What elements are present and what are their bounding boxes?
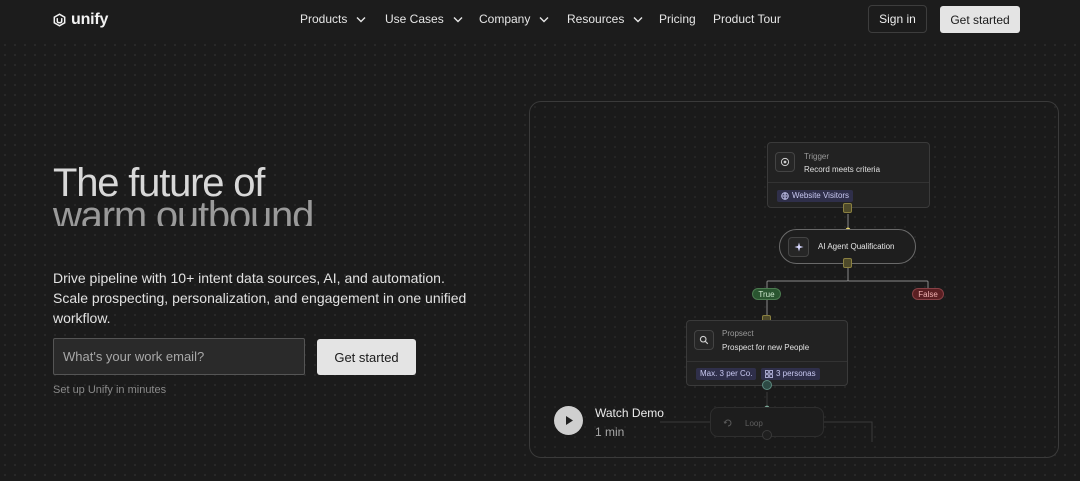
chevron-down-icon: [453, 16, 463, 22]
max-per-company-label: Max. 3 per Co.: [700, 369, 753, 378]
nav-pricing[interactable]: Pricing: [659, 12, 696, 26]
hero-get-started-button[interactable]: Get started: [317, 339, 416, 375]
connector-handle[interactable]: [843, 258, 852, 268]
top-nav: unify Products Use Cases Company Resourc…: [0, 0, 1080, 40]
hero-headline: The future of warm outbound: [53, 160, 433, 226]
nav-use-cases[interactable]: Use Cases: [385, 12, 463, 26]
nav-pricing-label: Pricing: [659, 12, 696, 26]
personas-tag: 3 personas: [761, 368, 820, 380]
website-visitors-label: Website Visitors: [792, 191, 850, 200]
prospect-title: Prospect for new People: [722, 343, 810, 352]
trigger-title: Record meets criteria: [804, 165, 881, 174]
card-divider: [687, 361, 847, 362]
chevron-down-icon: [356, 16, 366, 22]
nav-product-tour[interactable]: Product Tour: [713, 12, 781, 26]
website-visitors-tag: Website Visitors: [777, 190, 854, 202]
nav-resources-label: Resources: [567, 12, 625, 26]
ai-agent-title: AI Agent Qualification: [818, 242, 895, 251]
grid-icon: [765, 370, 773, 378]
play-icon: [565, 416, 573, 425]
nav-company-label: Company: [479, 12, 531, 26]
trigger-card[interactable]: Trigger Record meets criteria Website Vi…: [767, 142, 930, 208]
max-per-company-tag: Max. 3 per Co.: [696, 368, 757, 380]
prospect-kicker: Propsect: [722, 329, 754, 338]
headline-line-2: warm outbound: [53, 194, 314, 226]
sparkle-icon: [788, 237, 809, 257]
nav-product-tour-label: Product Tour: [713, 12, 781, 26]
personas-label: 3 personas: [776, 369, 816, 378]
hero-subtext: Drive pipeline with 10+ intent data sour…: [53, 270, 467, 326]
watch-demo-title[interactable]: Watch Demo: [595, 406, 664, 420]
loop-icon: [723, 419, 732, 427]
loop-connector-handle[interactable]: [762, 430, 772, 440]
watch-demo-duration: 1 min: [595, 425, 625, 439]
brand-logo[interactable]: unify: [53, 11, 108, 29]
chevron-down-icon: [539, 16, 549, 22]
connector-handle[interactable]: [843, 203, 852, 213]
workflow-demo-panel: Trigger Record meets criteria Website Vi…: [529, 101, 1059, 458]
prospect-card[interactable]: Propsect Prospect for new People Max. 3 …: [686, 320, 848, 386]
chevron-down-icon: [633, 16, 643, 22]
target-icon: [775, 152, 795, 172]
nav-products-label: Products: [300, 12, 348, 26]
nav-get-started-button[interactable]: Get started: [940, 6, 1020, 33]
play-button[interactable]: [554, 406, 583, 435]
unify-logo-icon: [53, 13, 66, 27]
globe-icon: [781, 192, 789, 200]
card-divider: [768, 182, 929, 183]
setup-note: Set up Unify in minutes: [53, 384, 167, 396]
search-icon: [694, 330, 714, 350]
branch-true-badge[interactable]: True: [752, 288, 781, 300]
brand-name: unify: [71, 11, 109, 28]
work-email-input[interactable]: [53, 338, 305, 375]
sign-in-button[interactable]: Sign in: [868, 5, 927, 33]
nav-company[interactable]: Company: [479, 12, 549, 26]
branch-false-badge[interactable]: False: [912, 288, 944, 300]
nav-use-cases-label: Use Cases: [385, 12, 444, 26]
trigger-kicker: Trigger: [804, 152, 830, 161]
persona-connector-handle[interactable]: [762, 380, 772, 390]
nav-resources[interactable]: Resources: [567, 12, 643, 26]
nav-products[interactable]: Products: [300, 12, 366, 26]
loop-title: Loop: [745, 419, 763, 428]
